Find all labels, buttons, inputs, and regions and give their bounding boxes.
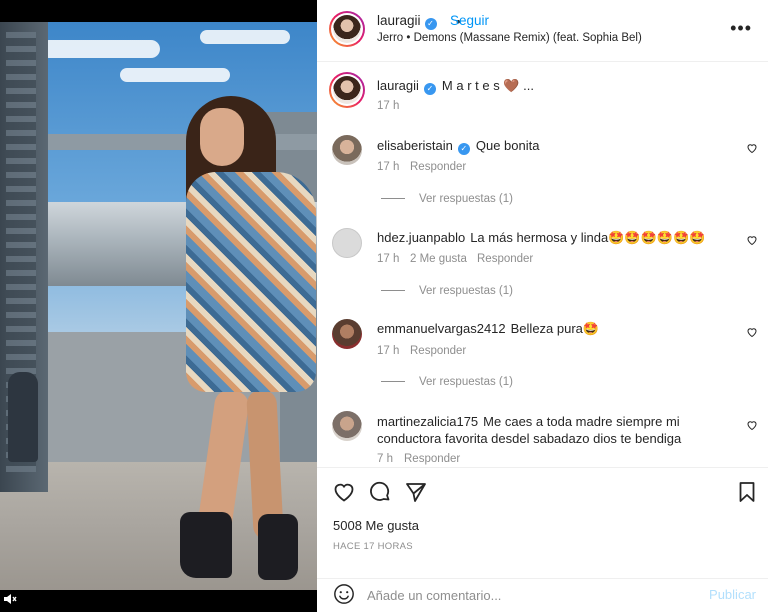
comment-text: martinezalicia175 Me caes a toda madre si… bbox=[377, 414, 680, 429]
comment-composer: Publicar bbox=[317, 578, 768, 612]
comment-like-icon[interactable] bbox=[746, 326, 758, 338]
comment-body: La más hermosa y linda🤩🤩🤩🤩🤩🤩 bbox=[470, 230, 706, 245]
comment-text: emmanuelvargas2412 Belleza pura🤩 bbox=[377, 321, 599, 337]
view-replies-button[interactable]: Ver respuestas (1) bbox=[381, 376, 513, 388]
post-age[interactable]: HACE 17 HORAS bbox=[333, 541, 413, 552]
view-replies-button[interactable]: Ver respuestas (1) bbox=[381, 285, 513, 297]
post-media[interactable] bbox=[0, 0, 317, 612]
comment-body-line2: conductora favorita desdel sabadazo dios… bbox=[377, 431, 682, 446]
music-link[interactable]: Jerro • Demons (Massane Remix) (feat. So… bbox=[377, 32, 642, 44]
comment-text: elisaberistain ✓ Que bonita bbox=[377, 138, 539, 155]
photo-woman-dress bbox=[186, 172, 316, 392]
comment-likes[interactable]: 2 Me gusta bbox=[410, 253, 467, 265]
comment-text: hdez.juanpablo La más hermosa y linda🤩🤩🤩🤩… bbox=[377, 230, 705, 246]
comment-time[interactable]: 7 h bbox=[377, 453, 393, 465]
photo-woman-face bbox=[200, 108, 244, 166]
photo-woman-boot bbox=[258, 514, 298, 580]
view-replies-button[interactable]: Ver respuestas (1) bbox=[381, 193, 513, 205]
more-options-icon[interactable]: ••• bbox=[730, 18, 752, 39]
commenter-avatar[interactable] bbox=[332, 411, 362, 441]
caption-text: M a r t e s 🤎 ... bbox=[441, 78, 534, 93]
caption: lauragii ✓ M a r t e s 🤎 ... bbox=[377, 78, 534, 95]
post-header: lauragii ✓ • Seguir Jerro • Demons (Massa… bbox=[317, 0, 768, 62]
comment-reply-button[interactable]: Responder bbox=[404, 453, 460, 465]
likes-count[interactable]: 5008 Me gusta bbox=[333, 518, 419, 533]
smiley-icon[interactable] bbox=[333, 583, 355, 605]
publish-button[interactable]: Publicar bbox=[709, 587, 756, 602]
bookmark-icon[interactable] bbox=[735, 480, 759, 504]
comment-input[interactable] bbox=[367, 585, 687, 605]
comment-body: Me caes a toda madre siempre mi bbox=[483, 414, 680, 429]
follow-button[interactable]: Seguir bbox=[450, 13, 489, 28]
photo-cloud bbox=[200, 30, 290, 44]
muted-speaker-icon[interactable] bbox=[2, 592, 18, 608]
comment-icon[interactable] bbox=[368, 480, 392, 504]
caption-time[interactable]: 17 h bbox=[377, 100, 399, 112]
comment-like-icon[interactable] bbox=[746, 142, 758, 154]
comment-body: Belleza pura🤩 bbox=[510, 321, 600, 336]
post-actions: 5008 Me gusta HACE 17 HORAS bbox=[317, 468, 768, 578]
verified-badge-icon: ✓ bbox=[423, 83, 436, 95]
comment-reply-button[interactable]: Responder bbox=[410, 345, 466, 357]
commenter-avatar[interactable] bbox=[332, 135, 362, 165]
commenter-avatar[interactable] bbox=[332, 228, 362, 258]
comment-author[interactable]: hdez.juanpablo bbox=[377, 230, 465, 245]
verified-badge-icon: ✓ bbox=[457, 143, 470, 155]
author-avatar[interactable] bbox=[329, 11, 365, 47]
comment-reply-button[interactable]: Responder bbox=[477, 253, 533, 265]
comment-body: Que bonita bbox=[475, 138, 540, 153]
comment-time[interactable]: 17 h bbox=[377, 253, 399, 265]
comment-time[interactable]: 17 h bbox=[377, 161, 399, 173]
comment-like-icon[interactable] bbox=[746, 234, 758, 246]
comment-reply-button[interactable]: Responder bbox=[410, 161, 466, 173]
post-side-panel: lauragii ✓ • Seguir Jerro • Demons (Massa… bbox=[317, 0, 768, 612]
commenter-avatar[interactable] bbox=[332, 319, 362, 349]
photo-background-person bbox=[8, 372, 38, 462]
author-handle[interactable]: lauragii ✓ bbox=[377, 13, 437, 30]
caption-author[interactable]: lauragii bbox=[377, 78, 419, 93]
author-name[interactable]: lauragii bbox=[377, 13, 421, 28]
paper-plane-icon[interactable] bbox=[404, 480, 428, 504]
verified-badge-icon: ✓ bbox=[424, 18, 437, 30]
photo-cloud bbox=[40, 40, 160, 58]
post-photo[interactable] bbox=[0, 22, 317, 590]
comment-like-icon[interactable] bbox=[746, 419, 758, 431]
comment-author[interactable]: elisaberistain bbox=[377, 138, 453, 153]
photo-woman-boot bbox=[180, 512, 232, 578]
comment-author[interactable]: martinezalicia175 bbox=[377, 414, 478, 429]
comment-time[interactable]: 17 h bbox=[377, 345, 399, 357]
caption-avatar[interactable] bbox=[329, 72, 365, 108]
photo-cloud bbox=[120, 68, 230, 82]
comment-author[interactable]: emmanuelvargas2412 bbox=[377, 321, 506, 336]
heart-icon[interactable] bbox=[332, 480, 356, 504]
